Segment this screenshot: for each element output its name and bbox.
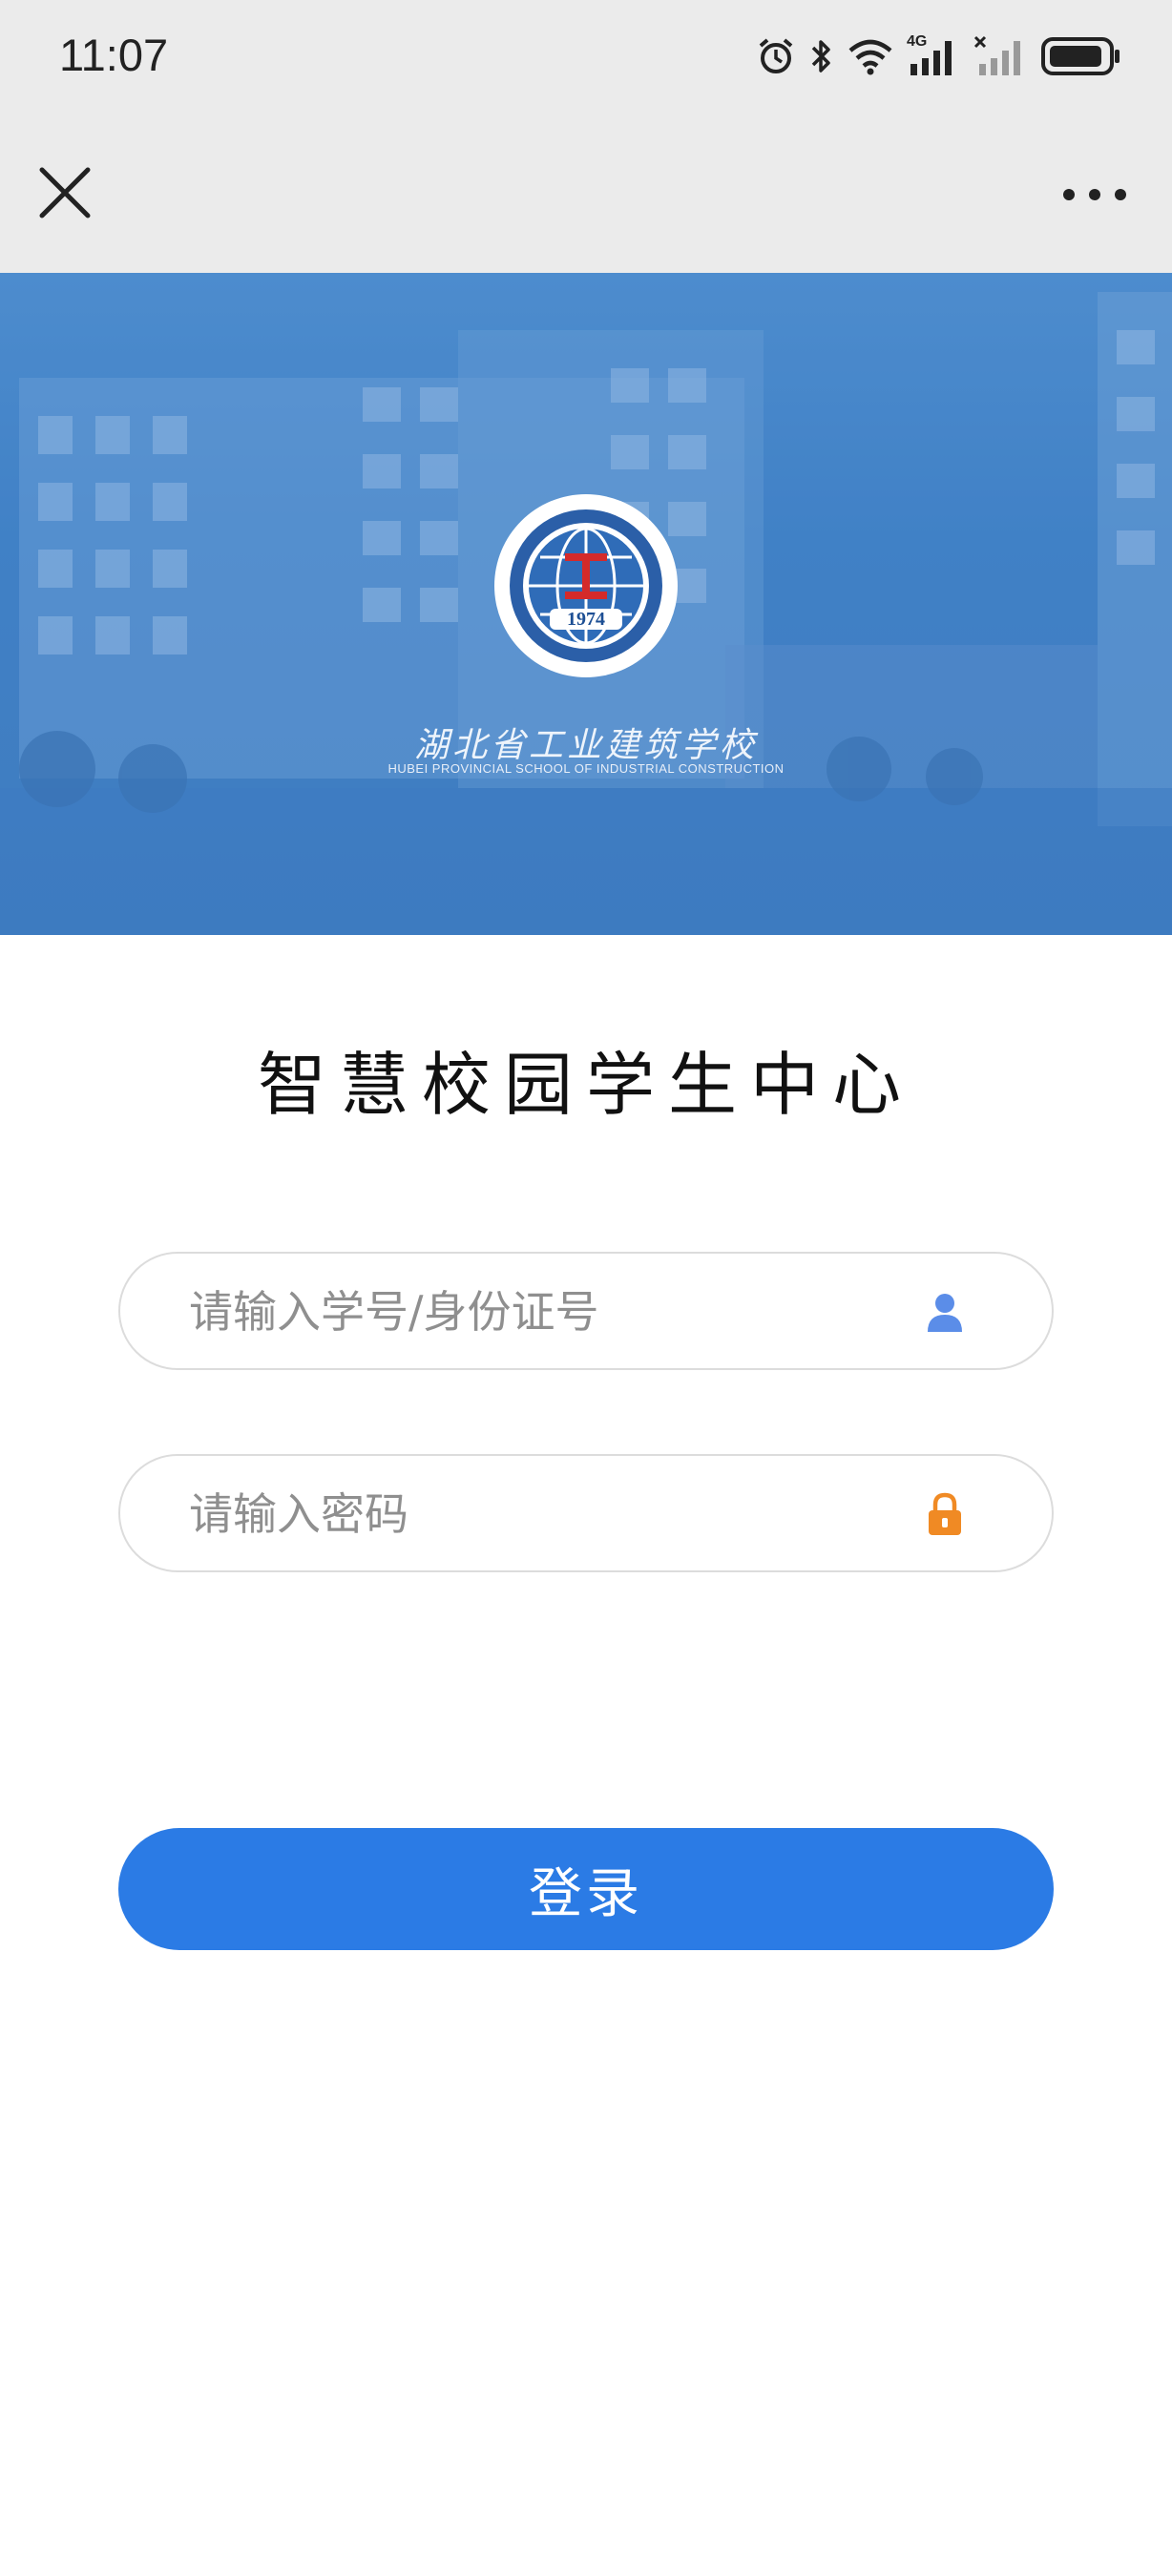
password-field[interactable]: [118, 1454, 1054, 1572]
school-logo: [494, 494, 678, 677]
status-bar: 11:07 4G: [0, 0, 1172, 122]
school-name-en: HUBEI PROVINCIAL SCHOOL OF INDUSTRIAL CO…: [387, 761, 785, 776]
battery-icon: [1041, 37, 1120, 75]
user-icon: [928, 1294, 962, 1332]
close-button[interactable]: [36, 164, 94, 221]
signal-no-service-icon: [973, 35, 1020, 75]
campus-banner: 1974 湖北省工业建筑学校 HUBEI PROVINCIAL SCHOOL O…: [0, 273, 1172, 935]
lock-icon: [929, 1492, 961, 1535]
close-icon: [39, 167, 91, 218]
username-field[interactable]: [118, 1252, 1054, 1370]
login-button[interactable]: 登录: [118, 1828, 1054, 1950]
status-time: 11:07: [59, 30, 169, 80]
wifi-icon: [848, 39, 892, 75]
page-title: 智慧校园学生中心: [257, 1045, 914, 1125]
school-name-cn: 湖北省工业建筑学校: [413, 726, 758, 765]
more-icon: [1063, 189, 1126, 200]
bluetooth-icon: [811, 40, 830, 73]
password-input[interactable]: [187, 1456, 916, 1572]
nav-bar: [0, 122, 1172, 273]
status-icons: 4G: [756, 32, 1122, 80]
alarm-icon: [759, 38, 793, 73]
logo-year: 1974: [567, 609, 605, 630]
signal-4g-icon: 4G: [907, 33, 960, 77]
more-button[interactable]: [1059, 176, 1130, 214]
username-input[interactable]: [187, 1254, 916, 1370]
